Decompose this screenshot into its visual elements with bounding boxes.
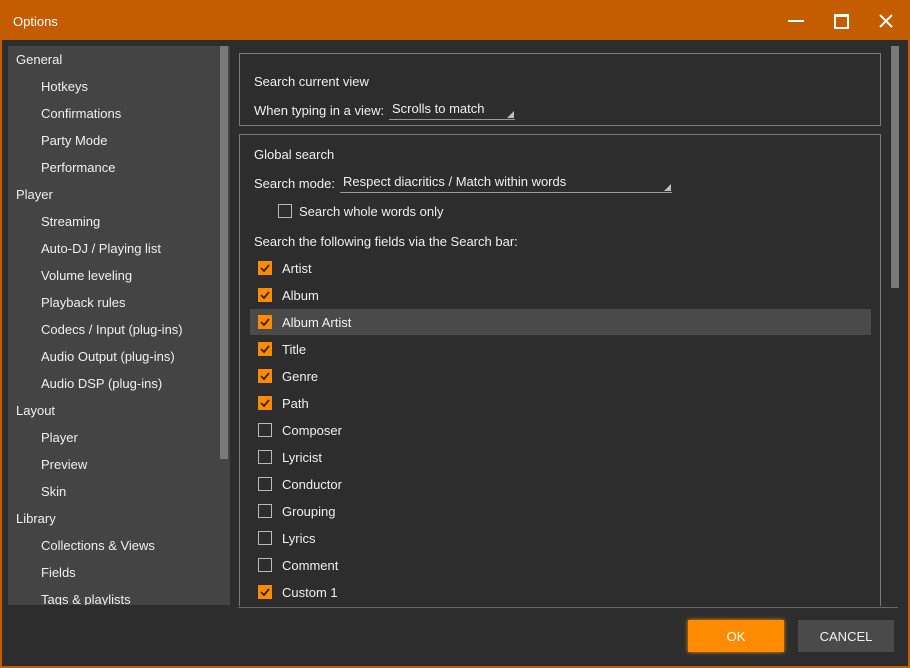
- sidebar-item-skin[interactable]: Skin: [41, 481, 66, 503]
- typing-label: When typing in a view:: [254, 103, 385, 118]
- minimize-button[interactable]: [774, 2, 818, 40]
- field-label: Path: [282, 395, 309, 411]
- search-current-view-heading: Search current view: [254, 74, 369, 89]
- field-label: Custom 1: [282, 584, 338, 600]
- minimize-icon: [788, 20, 804, 22]
- checkbox-unchecked[interactable]: [258, 423, 272, 437]
- checkbox-checked[interactable]: [258, 288, 272, 302]
- sidebar-item-audio-dsp-plug-ins[interactable]: Audio DSP (plug-ins): [41, 373, 162, 395]
- close-button[interactable]: [864, 2, 908, 40]
- dropdown-arrow-icon: [507, 111, 514, 118]
- sidebar-item-player[interactable]: Player: [16, 184, 53, 206]
- search-fields-label: Search the following fields via the Sear…: [254, 234, 518, 249]
- sidebar-item-confirmations[interactable]: Confirmations: [41, 103, 121, 125]
- field-checkbox-row-conductor[interactable]: Conductor: [250, 471, 871, 497]
- sidebar-scrollbar[interactable]: [220, 46, 228, 459]
- field-checkbox-row-title[interactable]: Title: [250, 336, 871, 362]
- sidebar-item-fields[interactable]: Fields: [41, 562, 76, 584]
- options-panel: Search current view When typing in a vie…: [238, 46, 888, 606]
- checkbox-checked[interactable]: [258, 315, 272, 329]
- checkbox-unchecked[interactable]: [258, 504, 272, 518]
- field-checkbox-row-composer[interactable]: Composer: [250, 417, 871, 443]
- sidebar-item-streaming[interactable]: Streaming: [41, 211, 100, 233]
- field-checkbox-row-artist[interactable]: Artist: [250, 255, 871, 281]
- field-checkbox-row-genre[interactable]: Genre: [250, 363, 871, 389]
- field-checkbox-row-grouping[interactable]: Grouping: [250, 498, 871, 524]
- sidebar-item-player[interactable]: Player: [41, 427, 78, 449]
- field-label: Artist: [282, 260, 312, 276]
- sidebar-item-general[interactable]: General: [16, 49, 62, 71]
- field-label: Lyricist: [282, 449, 322, 465]
- search-mode-value: Respect diacritics / Match within words: [343, 174, 567, 189]
- field-label: Title: [282, 341, 307, 357]
- field-checkbox-row-lyricist[interactable]: Lyricist: [250, 444, 871, 470]
- field-label: Comment: [282, 557, 339, 573]
- checkbox-unchecked[interactable]: [258, 531, 272, 545]
- maximize-icon: [833, 13, 849, 29]
- window-title: Options: [13, 14, 58, 29]
- field-label: Lyrics: [282, 530, 316, 546]
- field-checkbox-row-path[interactable]: Path: [250, 390, 871, 416]
- checkbox-unchecked[interactable]: [258, 477, 272, 491]
- field-checkbox-row-album[interactable]: Album: [250, 282, 871, 308]
- title-bar[interactable]: Options: [2, 2, 908, 40]
- sidebar-item-library[interactable]: Library: [16, 508, 56, 530]
- ok-button[interactable]: OK: [688, 620, 784, 652]
- checkbox-checked[interactable]: [258, 342, 272, 356]
- footer-divider: [238, 607, 898, 608]
- whole-words-checkbox[interactable]: [278, 204, 292, 218]
- sidebar-item-performance[interactable]: Performance: [41, 157, 115, 179]
- field-label: Album: [282, 287, 319, 303]
- global-search-heading: Global search: [254, 147, 335, 162]
- sidebar-item-auto-dj-playing-list[interactable]: Auto-DJ / Playing list: [41, 238, 161, 260]
- whole-words-checkbox-row[interactable]: Search whole words only: [278, 198, 444, 224]
- typing-behavior-dropdown[interactable]: Scrolls to match: [389, 100, 515, 120]
- sidebar-item-playback-rules[interactable]: Playback rules: [41, 292, 126, 314]
- sidebar-item-audio-output-plug-ins[interactable]: Audio Output (plug-ins): [41, 346, 175, 368]
- cancel-button[interactable]: CANCEL: [798, 620, 894, 652]
- sidebar-item-tags-playlists[interactable]: Tags & playlists: [41, 589, 131, 605]
- options-tree: General Hotkeys Confirmations Party Mode Per…: [8, 46, 230, 605]
- panel-scrollbar[interactable]: [891, 46, 899, 288]
- search-mode-label: Search mode:: [254, 176, 335, 191]
- maximize-button[interactable]: [819, 2, 863, 40]
- field-checkbox-row-comment[interactable]: Comment: [250, 552, 871, 578]
- field-label: Genre: [282, 368, 319, 384]
- sidebar-item-collections-views[interactable]: Collections & Views: [41, 535, 155, 557]
- checkbox-checked[interactable]: [258, 585, 272, 599]
- field-checkbox-row-album-artist[interactable]: Album Artist: [250, 309, 871, 335]
- search-current-view-group: Search current view When typing in a vie…: [239, 53, 881, 126]
- checkbox-checked[interactable]: [258, 396, 272, 410]
- field-label: Album Artist: [282, 314, 352, 330]
- close-icon: [879, 14, 893, 28]
- sidebar-item-volume-leveling[interactable]: Volume leveling: [41, 265, 132, 287]
- typing-behavior-value: Scrolls to match: [392, 101, 485, 116]
- sidebar-item-layout[interactable]: Layout: [16, 400, 55, 422]
- search-mode-dropdown[interactable]: Respect diacritics / Match within words: [340, 173, 672, 193]
- sidebar-item-party-mode[interactable]: Party Mode: [41, 130, 107, 152]
- field-label: Conductor: [282, 476, 342, 492]
- whole-words-label: Search whole words only: [299, 203, 444, 219]
- checkbox-checked[interactable]: [258, 261, 272, 275]
- checkbox-unchecked[interactable]: [258, 450, 272, 464]
- field-label: Composer: [282, 422, 342, 438]
- sidebar-item-codecs-input-plug-ins[interactable]: Codecs / Input (plug-ins): [41, 319, 183, 341]
- checkbox-unchecked[interactable]: [258, 558, 272, 572]
- dropdown-arrow-icon: [664, 184, 671, 191]
- field-checkbox-row-custom-1[interactable]: Custom 1: [250, 579, 871, 605]
- sidebar-item-preview[interactable]: Preview: [41, 454, 87, 476]
- field-label: Grouping: [282, 503, 336, 519]
- global-search-group: Global search Search mode: Respect diacr…: [239, 134, 881, 606]
- sidebar-item-hotkeys[interactable]: Hotkeys: [41, 76, 88, 98]
- checkbox-checked[interactable]: [258, 369, 272, 383]
- field-checkbox-row-lyrics[interactable]: Lyrics: [250, 525, 871, 551]
